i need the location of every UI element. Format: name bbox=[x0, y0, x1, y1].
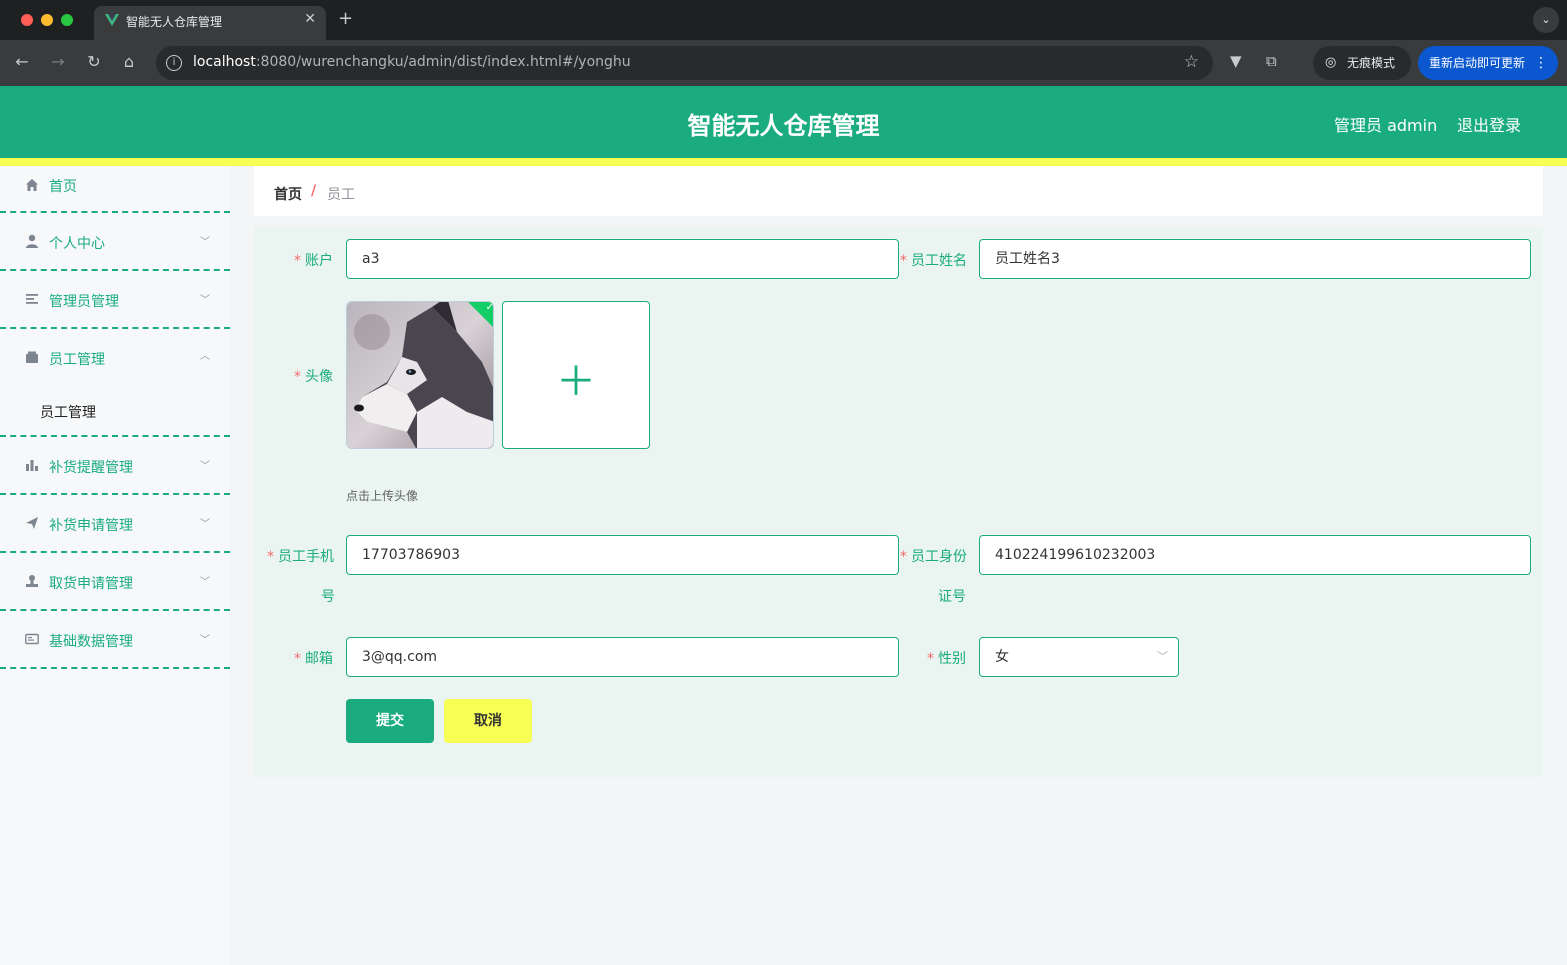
account-label: * 账户 bbox=[294, 253, 333, 269]
sidebar-item-base-data[interactable]: 基础数据管理 ﹀ bbox=[0, 611, 230, 669]
email-field[interactable]: 3@qq.com bbox=[346, 637, 899, 677]
update-label: 重新启动即可更新 bbox=[1429, 56, 1526, 70]
chevron-down-icon: ﹀ bbox=[200, 577, 210, 588]
chevron-up-icon: ︿ bbox=[200, 351, 210, 362]
wallet-icon bbox=[24, 350, 40, 366]
list-icon bbox=[24, 292, 40, 308]
app-header: 智能无人仓库管理 管理员 admin 退出登录 bbox=[0, 86, 1567, 158]
sidebar-item-home[interactable]: 首页 bbox=[0, 166, 230, 213]
upload-tip: 点击上传头像 bbox=[346, 489, 419, 503]
gender-selected-value: 女 bbox=[995, 649, 1009, 665]
url-text[interactable]: localhost:8080/wurenchangku/admin/dist/i… bbox=[193, 54, 631, 70]
id-number-field[interactable]: 410224199610232003 bbox=[979, 535, 1531, 575]
incognito-label: 无痕模式 bbox=[1347, 56, 1396, 70]
sidebar-item-label: 基础数据管理 bbox=[49, 634, 133, 650]
sidebar-item-label: 员工管理 bbox=[49, 352, 105, 368]
tab-close-icon[interactable]: ✕ bbox=[304, 11, 316, 27]
avatar-preview[interactable]: ✓ bbox=[346, 301, 494, 449]
email-label: * 邮箱 bbox=[294, 651, 333, 667]
incognito-icon: ◎ bbox=[1325, 55, 1337, 70]
home-page-icon[interactable]: ⌂ bbox=[118, 52, 140, 71]
header-accent-strip bbox=[0, 158, 1567, 166]
submenu-employee-management[interactable]: 员工管理 bbox=[40, 402, 96, 422]
sidebar-item-label: 管理员管理 bbox=[49, 294, 119, 310]
back-icon[interactable]: ← bbox=[11, 52, 33, 71]
employee-name-label: * 员工姓名 bbox=[900, 253, 967, 269]
current-user-label: 管理员 admin bbox=[1334, 116, 1438, 135]
extensions-icon[interactable]: ⧉ bbox=[1266, 52, 1277, 70]
more-menu-icon[interactable]: ⋮ bbox=[1534, 46, 1548, 80]
avatar-upload-button[interactable]: ＋ bbox=[502, 301, 650, 449]
sidebar-item-pickup-request[interactable]: 取货申请管理 ﹀ bbox=[0, 553, 230, 611]
sidebar-item-profile[interactable]: 个人中心 ﹀ bbox=[0, 213, 230, 271]
sidebar-item-label: 取货申请管理 bbox=[49, 576, 133, 592]
plus-icon: ＋ bbox=[556, 359, 596, 405]
browser-toolbar: ← → ↻ ⌂ i localhost:8080/wurenchangku/ad… bbox=[0, 40, 1567, 86]
phone-label: * 员工手机 bbox=[267, 549, 334, 565]
sidebar-item-label: 个人中心 bbox=[49, 236, 105, 252]
avatar-label: * 头像 bbox=[294, 369, 333, 385]
user-icon bbox=[24, 234, 40, 250]
home-icon bbox=[24, 178, 40, 194]
phone-field[interactable]: 17703786903 bbox=[346, 535, 899, 575]
sidebar-item-restock-reminder[interactable]: 补货提醒管理 ﹀ bbox=[0, 437, 230, 495]
gender-label: * 性别 bbox=[927, 651, 966, 667]
forward-icon[interactable]: → bbox=[47, 52, 69, 71]
phone-label-wrap: 号 bbox=[321, 589, 335, 605]
logout-link[interactable]: 退出登录 bbox=[1457, 112, 1521, 136]
maximize-window-button[interactable] bbox=[61, 14, 73, 26]
sidebar-item-admin[interactable]: 管理员管理 ﹀ bbox=[0, 271, 230, 329]
address-bar[interactable]: i localhost:8080/wurenchangku/admin/dist… bbox=[156, 46, 1213, 80]
breadcrumb-separator: / bbox=[311, 183, 317, 199]
sidebar-item-label: 首页 bbox=[49, 179, 77, 195]
sidebar: 首页 个人中心 ﹀ 管理员管理 ﹀ 员工管理 ︿ 员工管理 补货提醒管理 ﹀ 补… bbox=[0, 166, 230, 965]
chevron-down-icon: ﹀ bbox=[200, 461, 210, 472]
account-field[interactable]: a3 bbox=[346, 239, 899, 279]
cancel-button[interactable]: 取消 bbox=[444, 699, 532, 743]
reload-icon[interactable]: ↻ bbox=[83, 52, 105, 71]
submit-button[interactable]: 提交 bbox=[346, 699, 434, 743]
sidebar-item-label: 补货提醒管理 bbox=[49, 460, 133, 476]
stamp-icon bbox=[24, 574, 40, 590]
sidebar-item-employee[interactable]: 员工管理 ︿ 员工管理 bbox=[0, 329, 230, 437]
breadcrumb: 首页 / 员工 bbox=[254, 166, 1543, 216]
chevron-down-icon: ﹀ bbox=[1157, 650, 1168, 663]
breadcrumb-home[interactable]: 首页 bbox=[274, 184, 302, 204]
bookmark-star-icon[interactable]: ☆ bbox=[1184, 52, 1199, 72]
id-card-icon bbox=[24, 632, 40, 648]
site-info-icon[interactable]: i bbox=[166, 55, 182, 71]
employee-name-field[interactable]: 员工姓名3 bbox=[979, 239, 1531, 279]
vue-devtools-icon[interactable]: ▼ bbox=[1230, 52, 1242, 70]
chevron-down-icon: ﹀ bbox=[200, 519, 210, 530]
employee-form: * 账户 a3 * 员工姓名 员工姓名3 * 头像 ✓ ＋ 点击上传头像 * 员… bbox=[254, 227, 1543, 777]
update-button[interactable]: 重新启动即可更新 ⋮ bbox=[1418, 46, 1558, 80]
id-number-label-wrap: 证号 bbox=[938, 589, 966, 605]
sidebar-item-restock-request[interactable]: 补货申请管理 ﹀ bbox=[0, 495, 230, 553]
breadcrumb-current: 员工 bbox=[327, 187, 355, 203]
check-icon: ✓ bbox=[485, 301, 494, 313]
chevron-down-icon: ﹀ bbox=[200, 237, 210, 248]
chevron-down-icon: ﹀ bbox=[200, 295, 210, 306]
vue-logo-icon bbox=[105, 14, 119, 26]
browser-tab-bar: 智能无人仓库管理 ✕ + ⌄ bbox=[0, 0, 1567, 40]
husky-avatar-image bbox=[347, 302, 493, 448]
tab-search-button[interactable]: ⌄ bbox=[1533, 7, 1559, 33]
id-number-label: * 员工身份 bbox=[900, 549, 967, 565]
send-icon bbox=[24, 516, 40, 532]
browser-tab[interactable]: 智能无人仓库管理 ✕ bbox=[94, 6, 326, 40]
close-window-button[interactable] bbox=[21, 14, 33, 26]
app-title: 智能无人仓库管理 bbox=[687, 112, 880, 140]
new-tab-button[interactable]: + bbox=[338, 8, 353, 29]
minimize-window-button[interactable] bbox=[41, 14, 53, 26]
incognito-indicator[interactable]: ◎ 无痕模式 bbox=[1313, 46, 1411, 80]
sidebar-item-label: 补货申请管理 bbox=[49, 518, 133, 534]
bar-chart-icon bbox=[24, 458, 40, 474]
gender-select[interactable]: 女 ﹀ bbox=[979, 637, 1179, 677]
chevron-down-icon: ﹀ bbox=[200, 635, 210, 646]
tab-title: 智能无人仓库管理 bbox=[126, 15, 223, 29]
